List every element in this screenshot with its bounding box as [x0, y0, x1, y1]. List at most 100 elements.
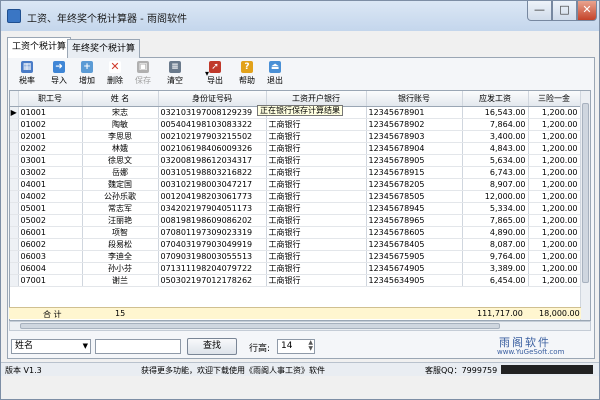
insurance-cell[interactable]: 1,200.00 [528, 166, 581, 179]
id-number-cell[interactable]: 034202197904051173 [158, 202, 267, 215]
table-row[interactable]: 07001 谢兰 050302197012178262 工商银行 12345634905… [10, 274, 581, 287]
account-cell[interactable]: 12345678905 [366, 154, 463, 167]
insurance-cell[interactable]: 1,200.00 [528, 118, 581, 131]
gross-salary-cell[interactable]: 7,865.00 [462, 214, 529, 227]
spinner-arrows-icon[interactable]: ▲ ▼ [308, 340, 313, 352]
column-header-bank[interactable]: 工资开户银行 [266, 91, 367, 107]
maximize-button[interactable]: □ [552, 1, 577, 21]
bank-cell[interactable]: 工商银行 [266, 214, 367, 227]
title-bar[interactable]: 工资、年终奖个税计算器 - 雨阁软件 — □ ✕ [1, 1, 599, 31]
table-row[interactable]: 01002 陶敏 005404198103083322 工商银行 12345678902… [10, 118, 581, 131]
bank-cell[interactable]: 工商银行 [266, 250, 367, 263]
column-header-insurance[interactable]: 三险一金 [528, 91, 581, 107]
delete-button[interactable]: ✕ 删除 [101, 59, 129, 89]
row-header[interactable] [10, 142, 19, 155]
account-cell[interactable]: 12345678901 [366, 106, 463, 119]
column-header-gross-salary[interactable]: 应发工资 [462, 91, 529, 107]
insurance-cell[interactable]: 1,200.00 [528, 106, 581, 119]
gross-salary-cell[interactable]: 12,000.00 [462, 190, 529, 203]
close-button[interactable]: ✕ [577, 1, 597, 21]
bank-cell[interactable]: 工商银行 [266, 274, 367, 287]
insurance-cell[interactable]: 1,200.00 [528, 154, 581, 167]
name-cell[interactable]: 常志军 [82, 202, 159, 215]
employee-id-cell[interactable]: 04001 [18, 178, 83, 191]
table-row[interactable]: 04002 公孙乐歌 001204198203061773 工商银行 123456785… [10, 190, 581, 203]
clear-button[interactable]: ≡ 清空 [161, 59, 189, 89]
name-cell[interactable]: 李迪全 [82, 250, 159, 263]
horizontal-scroll-thumb[interactable] [20, 323, 500, 329]
vertical-scroll-thumb[interactable] [582, 103, 589, 283]
row-header[interactable] [10, 202, 19, 215]
gross-salary-cell[interactable]: 4,890.00 [462, 226, 529, 239]
gross-salary-cell[interactable]: 8,907.00 [462, 178, 529, 191]
gross-salary-cell[interactable]: 3,389.00 [462, 262, 529, 275]
gross-salary-cell[interactable]: 7,864.00 [462, 118, 529, 131]
account-cell[interactable]: 12345678505 [366, 190, 463, 203]
name-cell[interactable]: 魏定国 [82, 178, 159, 191]
tax-rate-button[interactable]: ▦ 税率 [13, 59, 41, 89]
import-button[interactable]: ➜ 导入 [45, 59, 73, 89]
name-cell[interactable]: 谢兰 [82, 274, 159, 287]
tab-salary-tax[interactable]: 工资个税计算 [7, 37, 72, 58]
gross-salary-cell[interactable]: 16,543.00 [462, 106, 529, 119]
account-cell[interactable]: 12345678205 [366, 178, 463, 191]
employee-id-cell[interactable]: 05002 [18, 214, 83, 227]
employee-id-cell[interactable]: 02002 [18, 142, 83, 155]
name-cell[interactable]: 公孙乐歌 [82, 190, 159, 203]
export-button[interactable]: ➚ 导出 [201, 59, 229, 89]
insurance-cell[interactable]: 1,200.00 [528, 274, 581, 287]
tab-bonus-tax[interactable]: 年终奖个税计算 [67, 39, 141, 58]
bank-cell[interactable]: 工商银行 [266, 118, 367, 131]
id-number-cell[interactable]: 002102197903215502 [158, 130, 267, 143]
id-number-cell[interactable]: 003102198003047217 [158, 178, 267, 191]
name-cell[interactable]: 孙小芬 [82, 262, 159, 275]
search-input[interactable] [95, 339, 181, 354]
name-cell[interactable]: 陶敏 [82, 118, 159, 131]
id-number-cell[interactable]: 070903198003055513 [158, 250, 267, 263]
row-header[interactable] [10, 274, 19, 287]
name-cell[interactable]: 项智 [82, 226, 159, 239]
insurance-cell[interactable]: 1,200.00 [528, 142, 581, 155]
insurance-cell[interactable]: 1,200.00 [528, 190, 581, 203]
gross-salary-cell[interactable]: 6,454.00 [462, 274, 529, 287]
bank-cell[interactable]: 工商银行 [266, 202, 367, 215]
account-cell[interactable]: 12345675905 [366, 250, 463, 263]
horizontal-scrollbar[interactable] [9, 321, 591, 331]
table-row[interactable]: 02002 林娥 002106198406009326 工商银行 12345678904… [10, 142, 581, 155]
table-row[interactable]: 03002 岳娜 003105198803216822 工商银行 12345678915… [10, 166, 581, 179]
bank-cell[interactable]: 工商银行 [266, 262, 367, 275]
gross-salary-cell[interactable]: 4,843.00 [462, 142, 529, 155]
id-number-cell[interactable]: 070403197903049919 [158, 238, 267, 251]
row-header[interactable] [10, 214, 19, 227]
account-cell[interactable]: 12345678405 [366, 238, 463, 251]
employee-id-cell[interactable]: 06001 [18, 226, 83, 239]
vertical-scrollbar[interactable] [580, 91, 590, 320]
column-header-employee-id[interactable]: 职工号 [18, 91, 83, 107]
account-cell[interactable]: 12345678915 [366, 166, 463, 179]
row-header[interactable] [10, 166, 19, 179]
exit-button[interactable]: ⏏ 退出 [261, 59, 289, 89]
help-button[interactable]: ? 帮助 [233, 59, 261, 89]
row-header[interactable]: ▶ [10, 106, 19, 119]
name-cell[interactable]: 李思思 [82, 130, 159, 143]
table-row[interactable]: 04001 魏定国 003102198003047217 工商银行 1234567820… [10, 178, 581, 191]
id-number-cell[interactable]: 003105198803216822 [158, 166, 267, 179]
name-cell[interactable]: 汪丽艳 [82, 214, 159, 227]
employee-id-cell[interactable]: 06003 [18, 250, 83, 263]
employee-id-cell[interactable]: 04002 [18, 190, 83, 203]
gross-salary-cell[interactable]: 8,087.00 [462, 238, 529, 251]
row-header[interactable] [10, 178, 19, 191]
gross-salary-cell[interactable]: 5,634.00 [462, 154, 529, 167]
bank-cell[interactable]: 工商银行 [266, 154, 367, 167]
employee-id-cell[interactable]: 05001 [18, 202, 83, 215]
bank-cell[interactable]: 工商银行 [266, 226, 367, 239]
row-header[interactable] [10, 190, 19, 203]
row-height-spinner[interactable]: 14 ▲ ▼ [277, 339, 315, 354]
account-cell[interactable]: 12345678904 [366, 142, 463, 155]
insurance-cell[interactable]: 1,200.00 [528, 178, 581, 191]
table-row[interactable]: 06002 段易松 070403197903049919 工商银行 1234567840… [10, 238, 581, 251]
employee-id-cell[interactable]: 01002 [18, 118, 83, 131]
id-number-cell[interactable]: 032103197008129239 [158, 106, 267, 119]
name-cell[interactable]: 宋志 [82, 106, 159, 119]
name-cell[interactable]: 岳娜 [82, 166, 159, 179]
